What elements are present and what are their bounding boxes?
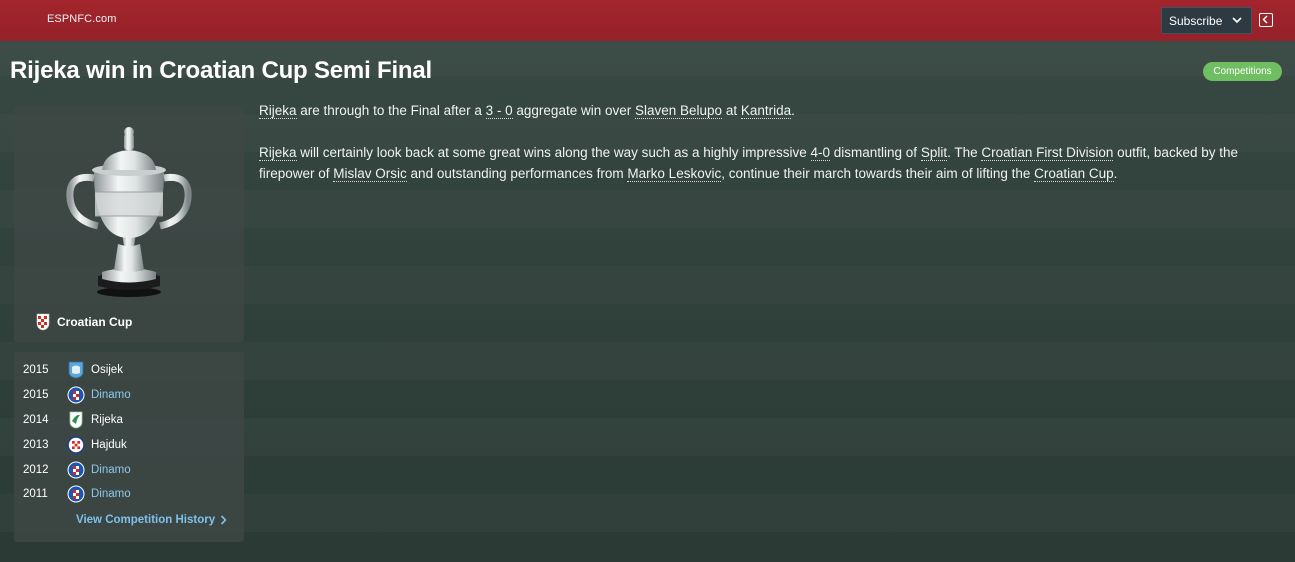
competition-name: Croatian Cup	[57, 315, 133, 329]
history-year: 2014	[23, 413, 49, 426]
history-row: 2015 Dinamo	[23, 383, 235, 408]
dinamo-badge-icon	[67, 485, 85, 503]
category-tag[interactable]: Competitions	[1203, 62, 1282, 81]
subscribe-label: Subscribe	[1169, 13, 1223, 28]
player-link[interactable]: Mislav Orsic	[333, 166, 407, 182]
history-year: 2015	[23, 389, 49, 402]
history-team: Hajduk	[91, 438, 127, 451]
view-competition-history-link[interactable]: View Competition History	[76, 514, 227, 526]
history-year: 2013	[23, 438, 49, 451]
article-body: Rijeka are through to the Final after a …	[259, 100, 1289, 205]
history-team-link[interactable]: Dinamo	[91, 389, 131, 401]
team-link[interactable]: Rijeka	[259, 103, 297, 119]
venue-link[interactable]: Kantrida	[740, 103, 792, 119]
history-row: 2011 Dinamo	[23, 482, 235, 507]
history-year: 2011	[23, 488, 48, 501]
history-team-link[interactable]: Dinamo	[91, 488, 131, 500]
history-team-link[interactable]: Dinamo	[91, 464, 131, 476]
score-link[interactable]: 4-0	[810, 145, 831, 161]
history-team: Osijek	[91, 364, 123, 377]
page-title: Rijeka win in Croatian Cup Semi Final	[10, 57, 433, 84]
history-link-label: View Competition History	[76, 514, 216, 526]
article-text: .	[1113, 166, 1118, 181]
collapse-panel-button[interactable]	[1259, 13, 1273, 27]
player-link[interactable]: Marko Leskovic	[627, 166, 722, 182]
article-text: . The	[947, 145, 982, 160]
article-text: at	[722, 103, 741, 118]
competition-card: Croatian Cup	[14, 106, 244, 342]
history-team: Rijeka	[91, 413, 123, 426]
collapse-arrow-icon	[1262, 15, 1268, 24]
chevron-down-icon	[1232, 17, 1242, 24]
article-paragraph: Rijeka will certainly look back at some …	[259, 142, 1289, 184]
osijek-badge-icon	[68, 361, 84, 379]
history-row: 2012 Dinamo	[23, 457, 235, 482]
dinamo-badge-icon	[67, 386, 85, 404]
competition-link[interactable]: Croatian Cup	[1034, 166, 1114, 182]
team-link[interactable]: Rijeka	[259, 145, 297, 161]
history-year: 2012	[23, 463, 49, 476]
trophy-icon	[66, 127, 192, 297]
history-row: 2015 Osijek	[23, 358, 235, 383]
article-paragraph: Rijeka are through to the Final after a …	[259, 100, 1289, 121]
subscribe-button[interactable]: Subscribe	[1161, 7, 1252, 34]
history-row: 2014 Rijeka	[23, 408, 235, 433]
rijeka-badge-icon	[69, 411, 83, 429]
opponent-link[interactable]: Split	[920, 145, 948, 161]
article-text: are through to the Final after a	[296, 103, 486, 118]
hajduk-badge-icon	[67, 435, 85, 454]
competition-name-row[interactable]: Croatian Cup	[36, 313, 132, 331]
league-link[interactable]: Croatian First Division	[981, 145, 1114, 161]
dinamo-badge-icon	[67, 461, 85, 479]
score-link[interactable]: 3 - 0	[485, 103, 513, 119]
history-list: 2015 Osijek 2015 Dinamo 2014 Rijeka 2013…	[23, 358, 235, 507]
article-text: and outstanding performances from	[406, 166, 628, 181]
brand-logo-text[interactable]: ESPNFC.com	[47, 13, 116, 25]
croatia-flag-icon	[36, 313, 50, 331]
article-text: will certainly look back at some great w…	[296, 145, 811, 160]
history-row: 2013 Hajduk	[23, 432, 235, 457]
chevron-right-icon	[221, 515, 227, 525]
opponent-link[interactable]: Slaven Belupo	[634, 103, 723, 119]
article-text: dismantling of	[830, 145, 921, 160]
article-text: .	[791, 103, 795, 118]
competition-history-card: 2015 Osijek 2015 Dinamo 2014 Rijeka 2013…	[14, 352, 244, 542]
history-year: 2015	[23, 364, 49, 377]
article-text: , continue their march towards their aim…	[721, 166, 1035, 181]
top-banner: ESPNFC.com Subscribe	[0, 0, 1295, 41]
article-text: aggregate win over	[512, 103, 635, 118]
